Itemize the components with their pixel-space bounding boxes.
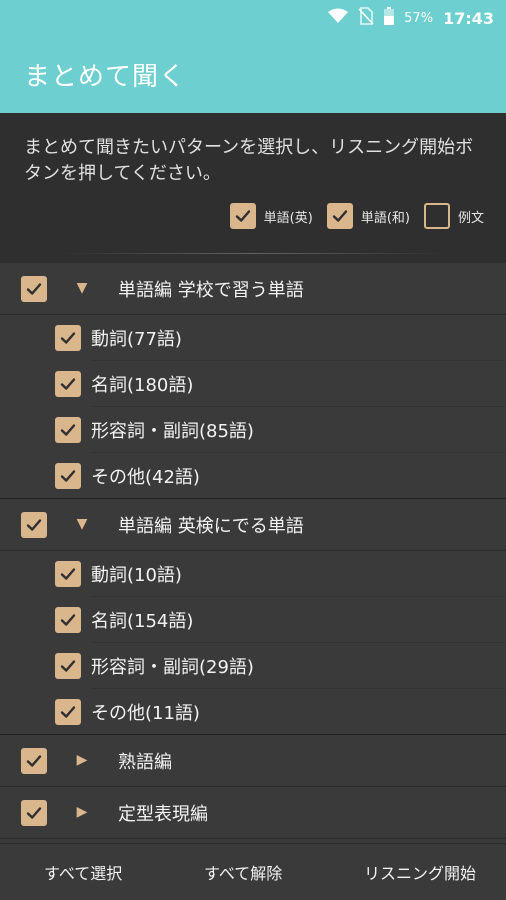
deselect-all-button[interactable]: すべて解除 <box>204 860 282 884</box>
group-row[interactable]: ▼ 単語編 学校で習う単語 <box>0 263 506 315</box>
group-label: 単語編 英検にでる単語 <box>118 515 304 537</box>
group-row[interactable]: ▶ 定型表現編 <box>0 787 506 839</box>
group-checkbox[interactable] <box>21 800 47 826</box>
item-label: その他(11語) <box>91 703 200 724</box>
check-icon <box>60 660 76 672</box>
expand-down-icon[interactable]: ▼ <box>74 280 90 296</box>
check-icon <box>60 470 76 482</box>
check-icon <box>60 424 76 436</box>
playback-options: 単語(英) 単語(和) 例文 <box>229 203 484 229</box>
start-listening-button[interactable]: リスニング開始 <box>364 860 476 884</box>
page-title: まとめて聞く <box>24 62 187 92</box>
status-bar: 57% 17:43 <box>0 0 506 36</box>
item-label: 形容詞・副詞(85語) <box>91 421 254 442</box>
intro-panel: まとめて聞きたいパターンを選択し、リスニング開始ボタンを押してください。 単語(… <box>0 113 506 263</box>
option-1[interactable]: 単語(和) <box>326 203 410 229</box>
group-checkbox[interactable] <box>21 512 47 538</box>
check-icon <box>60 614 76 626</box>
app-header: 57% 17:43 まとめて聞く <box>0 0 506 113</box>
item-label: 名詞(154語) <box>91 611 194 632</box>
list-item[interactable]: その他(11語) <box>0 689 506 735</box>
expand-right-icon[interactable]: ▶ <box>74 752 90 768</box>
list-item[interactable]: 動詞(77語) <box>0 315 506 361</box>
battery-percent: 57% <box>404 10 434 26</box>
item-checkbox[interactable] <box>55 417 81 443</box>
option-checkbox[interactable] <box>326 203 353 229</box>
group-row[interactable]: ▶ 熟語編 <box>0 735 506 787</box>
group-checkbox[interactable] <box>21 276 47 302</box>
list-item[interactable]: 名詞(180語) <box>0 361 506 407</box>
check-icon <box>332 210 348 222</box>
option-0[interactable]: 単語(英) <box>229 203 313 229</box>
item-checkbox[interactable] <box>55 561 81 587</box>
option-checkbox[interactable] <box>229 203 256 229</box>
list-item[interactable]: その他(42語) <box>0 453 506 499</box>
item-checkbox[interactable] <box>55 653 81 679</box>
group-label: 熟語編 <box>118 751 172 773</box>
check-icon <box>60 332 76 344</box>
check-icon <box>235 210 250 222</box>
battery-icon <box>384 7 395 29</box>
wifi-icon <box>328 8 349 28</box>
item-checkbox[interactable] <box>55 325 81 351</box>
list-item[interactable]: 形容詞・副詞(29語) <box>0 643 506 689</box>
group-checkbox[interactable] <box>21 748 47 774</box>
clock: 17:43 <box>443 8 494 28</box>
item-label: 動詞(77語) <box>91 329 182 350</box>
option-checkbox[interactable] <box>423 203 450 229</box>
footer-toolbar: すべて選択 すべて解除 リスニング開始 <box>0 843 506 900</box>
item-label: その他(42語) <box>91 467 200 488</box>
check-icon <box>60 568 76 580</box>
no-sim-icon <box>358 7 374 29</box>
option-label: 例文 <box>457 210 484 226</box>
item-checkbox[interactable] <box>55 371 81 397</box>
item-label: 名詞(180語) <box>91 375 194 396</box>
check-icon <box>26 755 42 767</box>
expand-down-icon[interactable]: ▼ <box>74 516 90 532</box>
select-all-button[interactable]: すべて選択 <box>44 860 122 884</box>
item-checkbox[interactable] <box>55 699 81 725</box>
group-row[interactable]: ▼ 単語編 英検にでる単語 <box>0 499 506 551</box>
pattern-list: ▼ 単語編 学校で習う単語動詞(77語) 名詞(180語) 形容詞・副詞(85語) その… <box>0 263 506 839</box>
expand-right-icon[interactable]: ▶ <box>74 804 90 820</box>
item-label: 動詞(10語) <box>91 565 182 586</box>
option-label: 単語(和) <box>360 210 410 226</box>
check-icon <box>60 378 76 390</box>
divider <box>60 253 446 254</box>
list-item[interactable]: 名詞(154語) <box>0 597 506 643</box>
group-label: 単語編 学校で習う単語 <box>118 279 304 301</box>
item-label: 形容詞・副詞(29語) <box>91 657 254 678</box>
check-icon <box>26 519 42 531</box>
instruction-text: まとめて聞きたいパターンを選択し、リスニング開始ボタンを押してください。 <box>24 137 474 184</box>
option-label: 単語(英) <box>263 210 313 226</box>
group-label: 定型表現編 <box>118 803 208 825</box>
list-item[interactable]: 形容詞・副詞(85語) <box>0 407 506 453</box>
check-icon <box>60 706 76 718</box>
list-item[interactable]: 動詞(10語) <box>0 551 506 597</box>
option-2[interactable]: 例文 <box>423 203 484 229</box>
item-checkbox[interactable] <box>55 463 81 489</box>
item-checkbox[interactable] <box>55 607 81 633</box>
check-icon <box>26 283 42 295</box>
check-icon <box>26 807 42 819</box>
